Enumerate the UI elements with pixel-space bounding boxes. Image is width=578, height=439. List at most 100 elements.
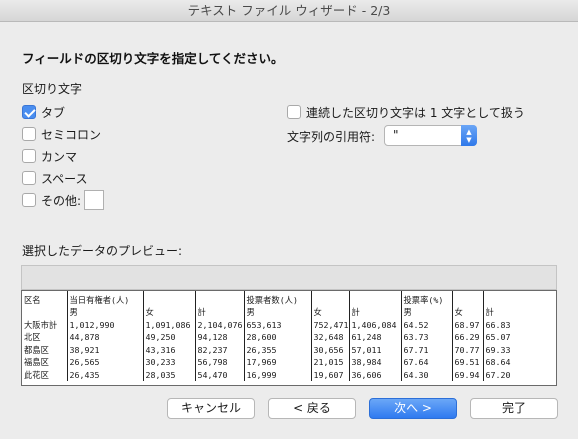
preview-label: 選択したデータのプレビュー: <box>22 244 183 258</box>
table-cell: 68.64 <box>483 356 556 369</box>
table-cell: 94,128 <box>195 331 245 344</box>
table-cell: 26,355 <box>244 343 312 356</box>
semicolon-checkbox[interactable] <box>22 127 36 141</box>
table-cell <box>349 291 402 306</box>
text-qualifier-value: " <box>393 128 399 142</box>
table-row: 北区 44,878 49,250 94,128 28,600 32,648 61,248 63… <box>22 331 556 344</box>
table-cell: 28,035 <box>143 368 196 381</box>
table-cell: 69.33 <box>483 343 556 356</box>
column-ruler[interactable] <box>21 265 557 290</box>
table-cell: 66.29 <box>452 331 484 344</box>
table-cell: 38,984 <box>349 356 402 369</box>
text-qualifier-label: 文字列の引用符: <box>287 130 376 144</box>
next-button[interactable]: 次へ > <box>369 398 457 419</box>
table-cell: 1,091,086 <box>143 318 196 331</box>
table-cell: 計 <box>195 306 245 319</box>
table-cell: 82,237 <box>195 343 245 356</box>
space-checkbox[interactable] <box>22 171 36 185</box>
other-label: その他: <box>41 193 82 208</box>
table-cell: 男 <box>67 306 144 319</box>
other-option[interactable]: その他: <box>22 190 105 210</box>
table-cell: 30,656 <box>311 343 350 356</box>
table-cell: 54,470 <box>195 368 245 381</box>
table-cell: 64.52 <box>401 318 453 331</box>
table-cell: 63.73 <box>401 331 453 344</box>
table-cell: 北区 <box>22 331 68 344</box>
table-cell: 67.64 <box>401 356 453 369</box>
table-cell: 36,606 <box>349 368 402 381</box>
table-cell <box>22 306 68 319</box>
table-cell: 1,406,084 <box>349 318 402 331</box>
table-cell: 計 <box>483 306 556 319</box>
table-cell <box>143 291 196 306</box>
consecutive-checkbox[interactable] <box>287 105 301 119</box>
table-cell: 68.97 <box>452 318 484 331</box>
table-cell: 653,613 <box>244 318 312 331</box>
table-cell: 57,011 <box>349 343 402 356</box>
table-row: 区名 当日有権者(人) 投票者数(人) 投票率(%) <box>22 291 556 306</box>
table-cell: 26,565 <box>67 356 144 369</box>
table-cell: 投票率(%) <box>401 291 453 306</box>
cancel-button[interactable]: キャンセル <box>167 398 255 419</box>
table-cell: 61,248 <box>349 331 402 344</box>
table-cell: 69.51 <box>452 356 484 369</box>
table-cell <box>311 291 350 306</box>
table-cell: 26,435 <box>67 368 144 381</box>
table-cell: 16,999 <box>244 368 312 381</box>
table-cell: 64.30 <box>401 368 453 381</box>
table-cell: 区名 <box>22 291 68 306</box>
table-cell: 752,471 <box>311 318 350 331</box>
table-cell: 此花区 <box>22 368 68 381</box>
table-cell: 女 <box>452 306 484 319</box>
space-label: スペース <box>41 171 88 186</box>
text-qualifier-select[interactable]: " ▲ ▼ <box>384 125 477 146</box>
table-cell: 49,250 <box>143 331 196 344</box>
table-cell <box>483 291 556 306</box>
table-cell: 67.20 <box>483 368 556 381</box>
table-cell <box>452 291 484 306</box>
table-cell: 都島区 <box>22 343 68 356</box>
tab-checkbox[interactable] <box>22 105 36 119</box>
table-cell: 44,878 <box>67 331 144 344</box>
table-cell: 男 <box>244 306 312 319</box>
other-delimiter-input[interactable] <box>84 190 105 210</box>
delimiters-label: 区切り文字 <box>22 82 83 96</box>
back-button[interactable]: < 戻る <box>268 398 356 419</box>
comma-option[interactable]: カンマ <box>22 148 77 164</box>
table-cell: 投票者数(人) <box>244 291 312 306</box>
semicolon-label: セミコロン <box>41 127 102 142</box>
tab-option[interactable]: タブ <box>22 104 65 120</box>
table-cell: 70.77 <box>452 343 484 356</box>
consecutive-option[interactable]: 連続した区切り文字は 1 文字として扱う <box>287 104 525 120</box>
comma-checkbox[interactable] <box>22 149 36 163</box>
finish-button[interactable]: 完了 <box>470 398 558 419</box>
table-cell: 17,969 <box>244 356 312 369</box>
data-preview[interactable]: 区名 当日有権者(人) 投票者数(人) 投票率(%) 男女計男女計男女計大阪市計 1,01… <box>21 290 557 386</box>
table-cell: 21,015 <box>311 356 350 369</box>
table-cell: 56,798 <box>195 356 245 369</box>
table-cell: 28,600 <box>244 331 312 344</box>
table-cell <box>195 291 245 306</box>
semicolon-option[interactable]: セミコロン <box>22 126 101 142</box>
table-cell: 女 <box>143 306 196 319</box>
table-cell: 福島区 <box>22 356 68 369</box>
table-row: 此花区 26,435 28,035 54,470 16,999 19,607 36,606 6… <box>22 368 556 381</box>
table-row: 大阪市計 1,012,990 1,091,086 2,104,076 653,613 75… <box>22 318 556 331</box>
table-cell: 1,012,990 <box>67 318 144 331</box>
table-cell: 男 <box>401 306 453 319</box>
table-row: 男女計男女計男女計 <box>22 306 556 319</box>
window-title: テキスト ファイル ウィザード - 2/3 <box>0 0 578 22</box>
table-cell: 30,233 <box>143 356 196 369</box>
table-cell: 65.07 <box>483 331 556 344</box>
comma-label: カンマ <box>41 149 78 164</box>
page-heading: フィールドの区切り文字を指定してください。 <box>22 51 284 66</box>
table-cell: 大阪市計 <box>22 318 68 331</box>
table-cell: 32,648 <box>311 331 350 344</box>
chevron-updown-icon: ▲ ▼ <box>461 125 477 146</box>
table-cell: 19,607 <box>311 368 350 381</box>
other-checkbox[interactable] <box>22 193 36 207</box>
consecutive-label: 連続した区切り文字は 1 文字として扱う <box>306 105 525 120</box>
table-cell: 当日有権者(人) <box>67 291 144 306</box>
table-row: 都島区 38,921 43,316 82,237 26,355 30,656 57,011 6… <box>22 343 556 356</box>
space-option[interactable]: スペース <box>22 170 88 186</box>
